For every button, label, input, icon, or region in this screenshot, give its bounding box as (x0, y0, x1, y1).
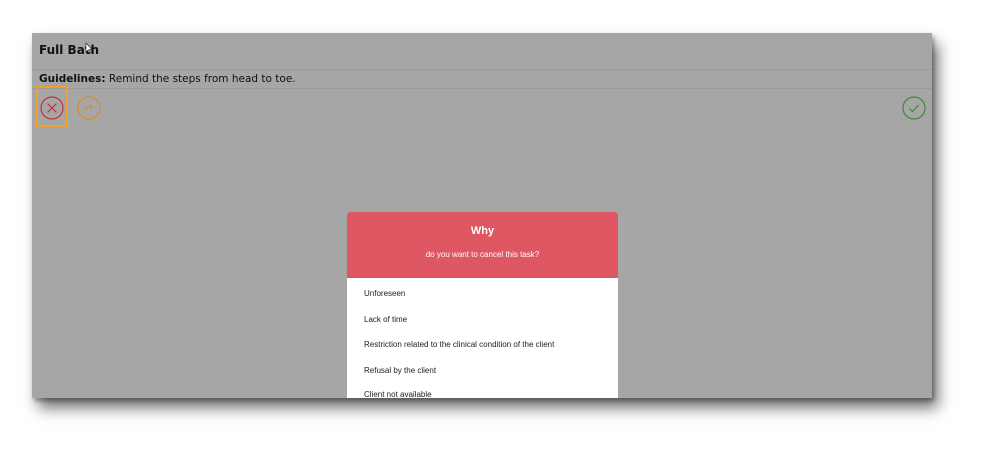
task-header: Full Bath (32, 33, 932, 70)
reason-client-not-available[interactable]: Client not available (364, 390, 432, 398)
app-screenshot: Full Bath Guidelines: Remind the steps f… (32, 33, 932, 398)
guidelines-label: Guidelines: (39, 73, 106, 85)
dialog-title: Why (470, 225, 495, 237)
forward-arrow-circle-icon (77, 96, 101, 120)
forward-button[interactable] (77, 96, 101, 120)
cancel-button[interactable] (40, 96, 64, 120)
guidelines-text: Remind the steps from head to toe. (105, 73, 296, 85)
mouse-cursor-icon (85, 42, 93, 54)
reason-clinical-restriction[interactable]: Restriction related to the clinical cond… (364, 340, 554, 349)
close-circle-icon (40, 96, 64, 120)
reason-lack-of-time[interactable]: Lack of time (364, 315, 407, 324)
dialog-header: Why do you want to cancel this task? (347, 212, 618, 278)
guidelines-bar: Guidelines: Remind the steps from head t… (32, 70, 932, 89)
check-circle-icon (902, 96, 926, 120)
dialog-subtitle: do you want to cancel this task? (425, 250, 540, 259)
reason-unforeseen[interactable]: Unforeseen (364, 289, 405, 298)
complete-button[interactable] (902, 96, 926, 120)
reason-client-refusal[interactable]: Refusal by the client (364, 366, 436, 375)
cancel-reason-dialog: Why do you want to cancel this task? Unf… (347, 212, 618, 398)
